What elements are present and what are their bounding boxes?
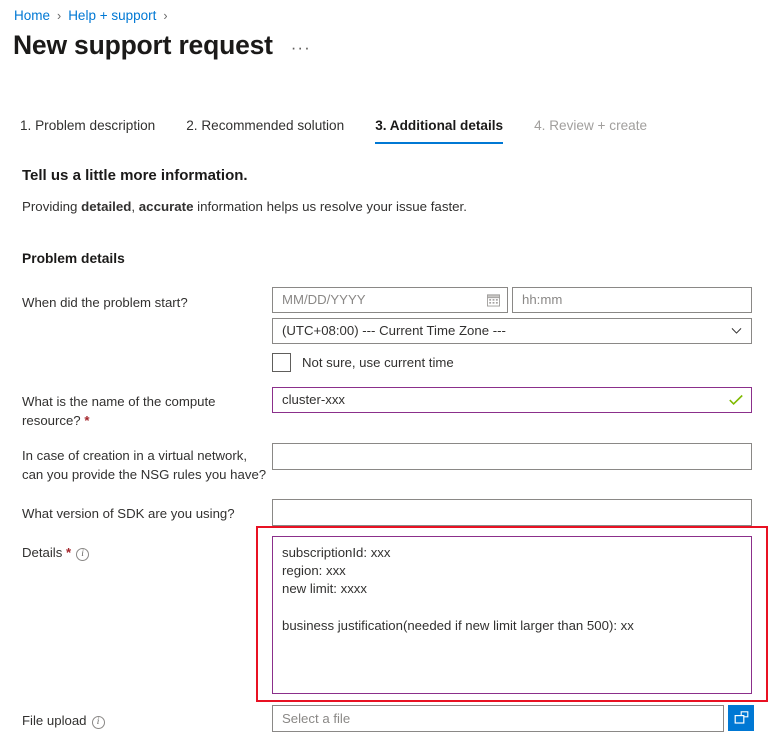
breadcrumb-item-home[interactable]: Home xyxy=(14,8,50,23)
page-title: New support request xyxy=(13,31,273,60)
breadcrumb-separator-icon-2: › xyxy=(163,9,167,23)
tab-problem-description[interactable]: 1. Problem description xyxy=(20,118,155,142)
browse-file-button[interactable] xyxy=(728,705,754,731)
breadcrumb-separator-icon: › xyxy=(57,9,61,23)
label-file-upload-text: File upload xyxy=(22,713,87,728)
wizard-tabs: 1. Problem description 2. Recommended so… xyxy=(20,118,647,144)
label-nsg-rules: In case of creation in a virtual network… xyxy=(22,446,267,484)
calendar-icon[interactable] xyxy=(487,294,500,307)
not-sure-checkbox-label: Not sure, use current time xyxy=(302,355,454,370)
intro-sub-post: information helps us resolve your issue … xyxy=(193,199,466,214)
required-marker-compute: * xyxy=(84,413,89,428)
intro-heading: Tell us a little more information. xyxy=(22,167,248,184)
more-options-icon[interactable]: ··· xyxy=(291,39,311,60)
compute-resource-value: cluster-xxx xyxy=(282,388,345,412)
details-textarea[interactable]: subscriptionId: xxx region: xxx new limi… xyxy=(272,536,752,694)
not-sure-checkbox-row[interactable]: Not sure, use current time xyxy=(272,353,454,372)
nsg-rules-input[interactable] xyxy=(272,443,752,470)
breadcrumb-item-help-support[interactable]: Help + support xyxy=(68,8,156,23)
sdk-version-input[interactable] xyxy=(272,499,752,526)
file-upload-input[interactable]: Select a file xyxy=(272,705,724,732)
label-details: Details * i xyxy=(22,543,262,562)
browse-folder-icon xyxy=(734,711,749,725)
new-support-request-page: Home › Help + support › New support requ… xyxy=(0,0,774,756)
file-upload-placeholder: Select a file xyxy=(282,707,350,731)
breadcrumb: Home › Help + support › xyxy=(14,8,168,23)
intro-sub-mid: , xyxy=(131,199,138,214)
timezone-selected-value: (UTC+08:00) --- Current Time Zone --- xyxy=(282,319,506,343)
label-nsg-rules-line1: In case of creation in a virtual network… xyxy=(22,448,247,463)
compute-resource-input[interactable]: cluster-xxx xyxy=(272,387,752,413)
tab-recommended-solution[interactable]: 2. Recommended solution xyxy=(186,118,344,142)
date-input-placeholder: MM/DD/YYYY xyxy=(282,288,366,312)
label-compute-resource-text: What is the name of the compute resource… xyxy=(22,394,216,428)
time-input-placeholder: hh:mm xyxy=(522,288,562,312)
info-icon-details[interactable]: i xyxy=(76,548,89,561)
label-compute-resource: What is the name of the compute resource… xyxy=(22,392,247,430)
tab-additional-details[interactable]: 3. Additional details xyxy=(375,118,503,144)
intro-sub-pre: Providing xyxy=(22,199,81,214)
timezone-select[interactable]: (UTC+08:00) --- Current Time Zone --- xyxy=(272,318,752,344)
date-input[interactable]: MM/DD/YYYY xyxy=(272,287,508,313)
required-marker-details: * xyxy=(66,545,71,560)
label-sdk-version: What version of SDK are you using? xyxy=(22,504,262,523)
chevron-down-icon[interactable] xyxy=(731,328,742,335)
info-icon-file-upload[interactable]: i xyxy=(92,716,105,729)
label-file-upload: File upload i xyxy=(22,711,262,730)
section-heading-problem-details: Problem details xyxy=(22,251,125,266)
label-when-started: When did the problem start? xyxy=(22,293,262,312)
time-input[interactable]: hh:mm xyxy=(512,287,752,313)
intro-subtext: Providing detailed, accurate information… xyxy=(22,199,467,214)
label-details-text: Details xyxy=(22,545,62,560)
intro-sub-bold-accurate: accurate xyxy=(139,199,194,214)
check-icon xyxy=(729,395,743,406)
label-nsg-rules-line2: can you provide the NSG rules you have? xyxy=(22,467,266,482)
intro-sub-bold-detailed: detailed xyxy=(81,199,131,214)
tab-review-create: 4. Review + create xyxy=(534,118,647,142)
title-row: New support request ··· xyxy=(13,31,311,60)
not-sure-checkbox[interactable] xyxy=(272,353,291,372)
